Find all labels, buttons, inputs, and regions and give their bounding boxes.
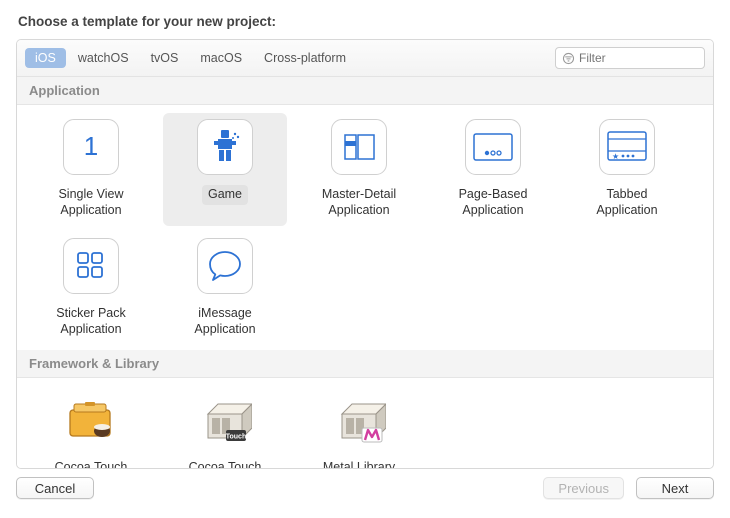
grid-application: 1 Single View Application <box>17 105 713 350</box>
template-label: Page-Based Application <box>453 185 534 220</box>
filter-icon <box>562 52 575 65</box>
page-based-icon <box>465 119 521 175</box>
sticker-pack-icon <box>63 238 119 294</box>
template-label: iMessage Application <box>188 304 261 339</box>
template-label: Master-Detail Application <box>316 185 402 220</box>
platform-tabs: iOS watchOS tvOS macOS Cross-platform <box>25 48 356 68</box>
next-button[interactable]: Next <box>636 477 714 499</box>
framework-icon <box>63 392 119 448</box>
platform-tab-macos[interactable]: macOS <box>190 48 252 68</box>
template-tabbed[interactable]: ★ Tabbed Application <box>565 113 689 226</box>
platform-tab-crossplatform[interactable]: Cross-platform <box>254 48 356 68</box>
filter-field-wrap[interactable] <box>555 47 705 69</box>
svg-text:★: ★ <box>612 152 619 161</box>
section-header-application: Application <box>17 77 713 105</box>
platform-tab-watchos[interactable]: watchOS <box>68 48 139 68</box>
template-label: Sticker Pack Application <box>50 304 131 339</box>
template-game[interactable]: Game <box>163 113 287 226</box>
cancel-button[interactable]: Cancel <box>16 477 94 499</box>
template-scroll[interactable]: Application 1 Single View Application <box>17 77 713 468</box>
template-label: Single View Application <box>52 185 129 220</box>
single-view-icon: 1 <box>63 119 119 175</box>
template-label: Game <box>202 185 248 205</box>
template-imessage[interactable]: iMessage Application <box>163 232 287 345</box>
footer: Cancel Previous Next <box>16 469 714 499</box>
template-label: Cocoa Touch Framework <box>49 458 134 469</box>
svg-text:Touch: Touch <box>226 433 246 440</box>
metal-lib-icon <box>331 392 387 448</box>
master-detail-icon <box>331 119 387 175</box>
template-label: Metal Library <box>317 458 401 469</box>
template-single-view[interactable]: 1 Single View Application <box>29 113 153 226</box>
template-cocoa-touch-framework[interactable]: Cocoa Touch Framework <box>29 386 153 469</box>
template-label: Cocoa Touch Static Library <box>183 458 268 469</box>
template-sticker-pack[interactable]: Sticker Pack Application <box>29 232 153 345</box>
platform-bar: iOS watchOS tvOS macOS Cross-platform <box>17 40 713 77</box>
template-cocoa-touch-static[interactable]: Touch Cocoa Touch Static Library <box>163 386 287 469</box>
static-lib-icon: Touch <box>197 392 253 448</box>
previous-button: Previous <box>543 477 624 499</box>
page-title: Choose a template for your new project: <box>18 14 714 29</box>
imessage-icon <box>197 238 253 294</box>
filter-input[interactable] <box>579 51 698 65</box>
template-master-detail[interactable]: Master-Detail Application <box>297 113 421 226</box>
template-metal-library[interactable]: Metal Library <box>297 386 421 469</box>
svg-text:1: 1 <box>84 131 98 161</box>
platform-tab-tvos[interactable]: tvOS <box>141 48 189 68</box>
tabbed-icon: ★ <box>599 119 655 175</box>
grid-framework: Cocoa Touch Framework Touch <box>17 378 713 469</box>
template-label: Tabbed Application <box>590 185 663 220</box>
template-panel: iOS watchOS tvOS macOS Cross-platform Ap… <box>16 39 714 469</box>
platform-tab-ios[interactable]: iOS <box>25 48 66 68</box>
section-header-framework: Framework & Library <box>17 350 713 378</box>
template-page-based[interactable]: Page-Based Application <box>431 113 555 226</box>
game-icon <box>197 119 253 175</box>
